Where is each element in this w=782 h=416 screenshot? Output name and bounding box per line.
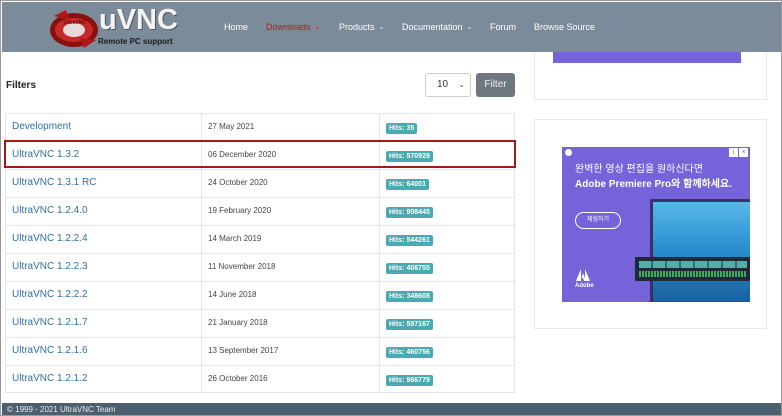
page-size-select[interactable]: 10 ⌄	[425, 73, 471, 97]
hits-badge: Hits: 64001	[386, 179, 429, 190]
column-divider	[379, 198, 380, 225]
footer: © 1999 - 2021 UltraVNC Team	[2, 403, 781, 415]
download-link[interactable]: UltraVNC 1.2.2.4	[12, 233, 88, 244]
uvnc-logo-icon	[50, 10, 98, 48]
column-divider	[201, 114, 202, 141]
nav-home-label: Home	[224, 22, 249, 32]
info-icon[interactable]: i	[729, 148, 738, 157]
browser-viewport: UltraVNC uVNC Remote PC support Home Dow…	[0, 0, 782, 416]
download-link[interactable]: UltraVNC 1.2.2.2	[12, 289, 88, 300]
download-link[interactable]: UltraVNC 1.3.1 RC	[12, 177, 96, 188]
download-link[interactable]: UltraVNC 1.2.2.3	[12, 261, 88, 272]
release-date: 11 November 2018	[208, 262, 276, 271]
nav-forum[interactable]: Forum	[490, 2, 516, 52]
ad-product-screen-image	[650, 199, 750, 302]
table-row: UltraVNC 1.2.2.4 14 March 2019 Hits: 54426…	[5, 225, 515, 253]
column-divider	[201, 366, 202, 392]
release-date: 14 March 2019	[208, 234, 262, 243]
table-row: UltraVNC 1.2.4.0 19 February 2020 Hits: 90…	[5, 197, 515, 225]
hits-badge: Hits: 460756	[386, 347, 433, 358]
column-divider	[379, 282, 380, 309]
column-divider	[201, 170, 202, 197]
nav-browse-source-label: Browse Source	[534, 22, 596, 32]
hits-badge: Hits: 544261	[386, 235, 433, 246]
column-divider	[379, 226, 380, 253]
column-divider	[201, 282, 202, 309]
column-divider	[379, 254, 380, 281]
ad-brand-label: Adobe	[575, 283, 594, 289]
download-link[interactable]: UltraVNC 1.2.1.7	[12, 317, 88, 328]
column-divider	[201, 226, 202, 253]
release-date: 19 February 2020	[208, 206, 272, 215]
nav-documentation-label: Documentation	[402, 22, 463, 32]
release-date: 24 October 2020	[208, 178, 268, 187]
ad-controls: i ×	[729, 148, 748, 157]
table-row: Development 27 May 2021 Hits: 35	[5, 113, 515, 141]
release-date: 13 September 2017	[208, 346, 279, 355]
nav-forum-label: Forum	[490, 22, 517, 32]
table-row: UltraVNC 1.2.1.6 13 September 2017 Hits: 4…	[5, 337, 515, 365]
column-divider	[201, 310, 202, 337]
nav-products[interactable]: Products ⌄	[339, 2, 384, 52]
ad-cta-button[interactable]: 체험하기	[575, 212, 621, 229]
table-row: UltraVNC 1.2.2.2 14 June 2018 Hits: 348608	[5, 281, 515, 309]
download-link[interactable]: UltraVNC 1.2.4.0	[12, 205, 88, 216]
hits-badge: Hits: 908445	[386, 207, 433, 218]
site-logo[interactable]: UltraVNC uVNC Remote PC support	[48, 4, 178, 50]
nav-home[interactable]: Home	[224, 2, 248, 52]
download-link[interactable]: Development	[12, 121, 71, 132]
ad-indicator-icon	[565, 149, 572, 156]
table-row: UltraVNC 1.2.2.3 11 November 2018 Hits: 40…	[5, 253, 515, 281]
table-row: UltraVNC 1.2.1.7 21 January 2018 Hits: 597…	[5, 309, 515, 337]
release-date: 27 May 2021	[208, 122, 255, 131]
chevron-down-icon: ⌄	[458, 80, 465, 89]
nav-browse-source[interactable]: Browse Source	[534, 2, 595, 52]
sidebar-ad-banner-top[interactable]	[553, 52, 741, 63]
logo-badge: UltraVNC	[64, 20, 86, 26]
column-divider	[201, 254, 202, 281]
hits-badge: Hits: 35	[386, 123, 418, 134]
adobe-logo-icon	[576, 269, 590, 281]
column-divider	[379, 338, 380, 365]
release-date: 21 January 2018	[208, 318, 268, 327]
nav-products-label: Products	[339, 22, 375, 32]
hits-badge: Hits: 597167	[386, 319, 433, 330]
logo-title: uVNC	[99, 4, 178, 36]
footer-copyright: © 1999 - 2021 UltraVNC Team	[7, 405, 116, 414]
chevron-down-icon: ⌄	[466, 24, 473, 31]
hits-badge: Hits: 348608	[386, 291, 433, 302]
hits-badge: Hits: 406755	[386, 263, 433, 274]
selected-row-highlight	[4, 140, 516, 168]
filter-button[interactable]: Filter	[476, 73, 515, 97]
column-divider	[201, 198, 202, 225]
nav-downloads-label: Downloads	[266, 22, 311, 32]
column-divider	[379, 114, 380, 141]
column-divider	[201, 338, 202, 365]
column-divider	[379, 366, 380, 392]
filters-heading: Filters	[6, 80, 37, 91]
ad-timeline-image	[635, 257, 750, 281]
adobe-premiere-ad[interactable]: i × 완벽한 영상 편집을 원하신다면 Adobe Premiere Pro와…	[562, 147, 750, 302]
ad-headline-line2: Adobe Premiere Pro와 함께하세요.	[575, 179, 732, 190]
navbar: UltraVNC uVNC Remote PC support Home Dow…	[2, 2, 781, 52]
timeline-clips	[639, 261, 747, 268]
release-date: 14 June 2018	[208, 290, 257, 299]
timeline-waveform	[639, 271, 747, 277]
download-link[interactable]: UltraVNC 1.2.1.6	[12, 345, 88, 356]
ad-headline-line1: 완벽한 영상 편집을 원하신다면	[575, 164, 703, 175]
chevron-down-icon: ⌄	[314, 24, 321, 31]
nav-documentation[interactable]: Documentation ⌄	[402, 2, 472, 52]
column-divider	[379, 170, 380, 197]
logo-subtitle: Remote PC support	[98, 37, 173, 46]
close-icon[interactable]: ×	[739, 148, 748, 157]
release-date: 26 October 2016	[208, 374, 268, 383]
table-row: UltraVNC 1.2.1.2 26 October 2016 Hits: 966…	[5, 365, 515, 393]
table-row: UltraVNC 1.3.1 RC 24 October 2020 Hits: 64…	[5, 169, 515, 197]
hits-badge: Hits: 966779	[386, 375, 433, 386]
column-divider	[379, 310, 380, 337]
chevron-down-icon: ⌄	[378, 24, 385, 31]
nav-downloads[interactable]: Downloads ⌄	[266, 2, 320, 52]
download-link[interactable]: UltraVNC 1.2.1.2	[12, 373, 88, 384]
page-size-value: 10	[437, 79, 449, 90]
